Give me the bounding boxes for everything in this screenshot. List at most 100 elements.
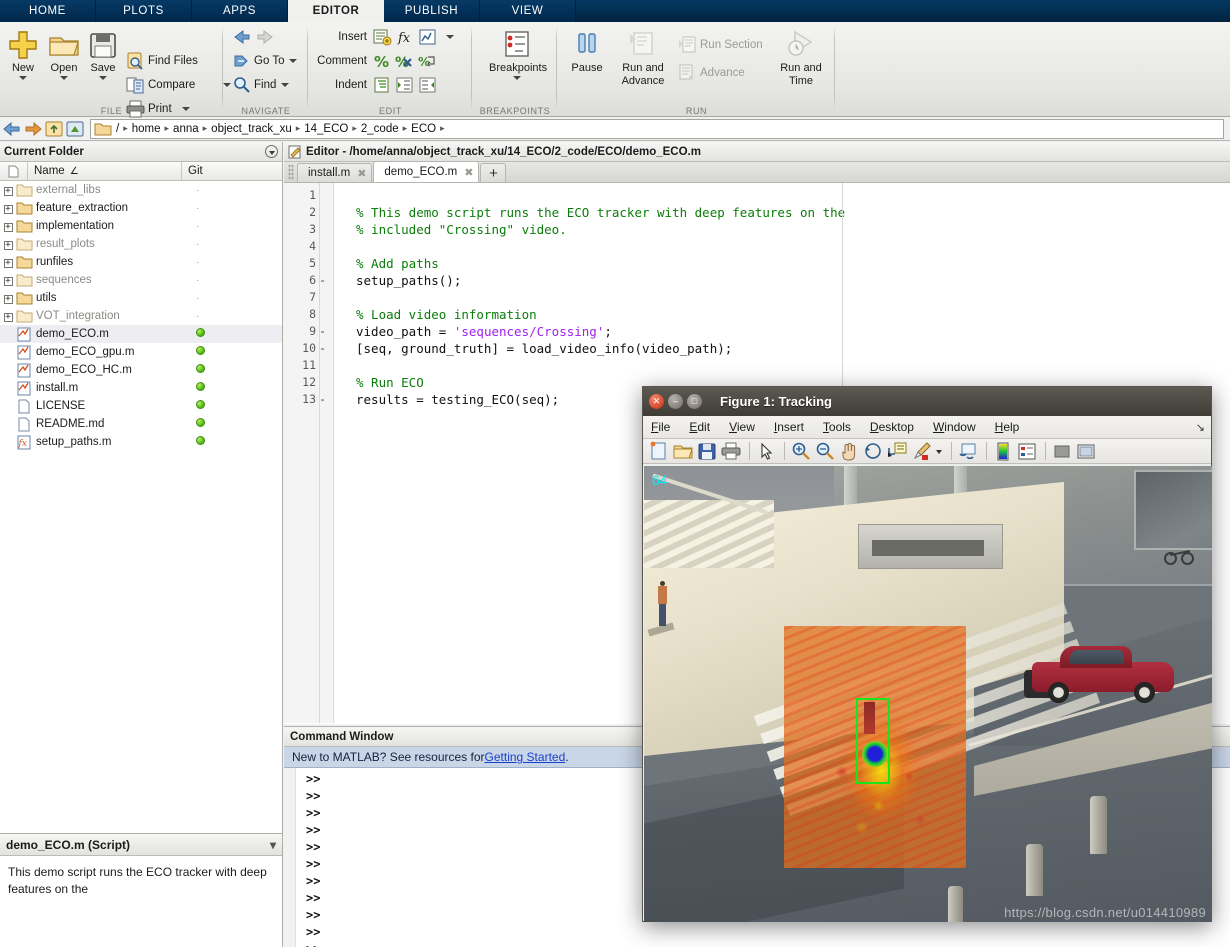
comment-percent-icon[interactable]: % xyxy=(372,52,392,71)
zoom-in-icon[interactable] xyxy=(790,441,812,462)
code-line[interactable]: setup_paths(); xyxy=(356,272,1230,289)
ribbon-tab-plots[interactable]: PLOTS xyxy=(96,0,192,22)
breadcrumb-14-eco[interactable]: 14_ECO xyxy=(301,123,351,135)
chevron-down-icon[interactable] xyxy=(446,35,454,39)
code-line[interactable]: [seq, ground_truth] = load_video_info(vi… xyxy=(356,340,1230,357)
breadcrumb-home[interactable]: home xyxy=(129,123,164,135)
nav-browse-icon[interactable] xyxy=(65,119,85,139)
ribbon-tab-home[interactable]: HOME xyxy=(0,0,96,22)
chevron-down-icon[interactable] xyxy=(281,82,290,87)
expand-icon[interactable]: + xyxy=(0,203,16,214)
new-tab-button[interactable]: + xyxy=(480,163,507,182)
nav-forward-icon[interactable] xyxy=(23,119,43,139)
expand-icon[interactable]: + xyxy=(0,185,16,196)
figure-menu-desktop[interactable]: Desktop xyxy=(870,420,914,434)
indent-row[interactable]: Indent xyxy=(311,74,441,96)
file-list-item[interactable]: demo_ECO_gpu.m xyxy=(0,343,282,361)
back-button[interactable] xyxy=(232,26,254,47)
code-line[interactable] xyxy=(356,289,1230,306)
breakpoint-column[interactable] xyxy=(320,183,334,723)
code-line[interactable]: % Load video information xyxy=(356,306,1230,323)
close-icon[interactable]: ✕ xyxy=(649,394,664,409)
command-prompt[interactable]: >> xyxy=(296,941,1230,947)
insert-row[interactable]: Insert fx xyxy=(311,26,454,48)
breakpoints-button[interactable]: Breakpoints xyxy=(489,26,547,102)
chevron-down-icon[interactable] xyxy=(289,58,298,63)
column-git[interactable]: Git xyxy=(182,162,282,180)
figure-window[interactable]: ✕ – □ Figure 1: Tracking File Edit View Ins… xyxy=(642,386,1212,922)
goto-button[interactable]: Go To xyxy=(232,50,298,71)
chevron-down-icon[interactable]: ▾ xyxy=(270,838,276,852)
indent-right-icon[interactable] xyxy=(395,76,415,95)
link-plot-icon[interactable] xyxy=(957,441,979,462)
code-line[interactable]: % included "Crossing" video. xyxy=(356,221,1230,238)
code-line[interactable]: % Add paths xyxy=(356,255,1230,272)
getting-started-link[interactable]: Getting Started xyxy=(485,750,566,764)
maximize-icon[interactable]: □ xyxy=(687,394,702,409)
executable-line-marker[interactable]: - xyxy=(319,272,326,289)
editor-tab-install[interactable]: install.m ✖ xyxy=(297,163,373,182)
figure-title-bar[interactable]: ✕ – □ Figure 1: Tracking xyxy=(643,387,1211,416)
pan-hand-icon[interactable] xyxy=(838,441,860,462)
file-list-item[interactable]: + VOT_integration · xyxy=(0,307,282,325)
tab-grip-icon[interactable] xyxy=(288,164,294,180)
expand-icon[interactable]: + xyxy=(0,293,16,304)
print-figure-icon[interactable] xyxy=(720,441,742,462)
breadcrumb[interactable]: / ▸ home ▸ anna ▸ object_track_xu ▸ 14_E… xyxy=(90,118,1224,139)
colorbar-icon[interactable] xyxy=(992,441,1014,462)
file-list-item[interactable]: fx setup_paths.m xyxy=(0,433,282,451)
save-button[interactable]: Save xyxy=(80,26,126,102)
advance-button[interactable]: Advance xyxy=(678,62,745,83)
zoom-out-icon[interactable] xyxy=(814,441,836,462)
file-list-item[interactable]: LICENSE xyxy=(0,397,282,415)
figure-menu-view[interactable]: View xyxy=(729,420,755,434)
new-button[interactable]: New xyxy=(0,26,46,102)
figure-menu-help[interactable]: Help xyxy=(995,420,1020,434)
breadcrumb-object-track-xu[interactable]: object_track_xu xyxy=(208,123,295,135)
nav-up-folder-icon[interactable] xyxy=(44,119,64,139)
current-folder-file-list[interactable]: + external_libs · + feature_extraction · + impl… xyxy=(0,181,282,451)
figure-toolbar[interactable] xyxy=(643,439,1211,464)
file-list-item[interactable]: README.md xyxy=(0,415,282,433)
show-plot-tools-icon[interactable] xyxy=(1075,441,1097,462)
expand-icon[interactable]: + xyxy=(0,311,16,322)
file-list-item[interactable]: + external_libs · xyxy=(0,181,282,199)
breadcrumb-anna[interactable]: anna xyxy=(170,123,202,135)
collapse-arrow-icon[interactable]: ↘ xyxy=(1196,421,1211,434)
code-line[interactable] xyxy=(356,238,1230,255)
smart-indent-icon[interactable] xyxy=(372,76,392,95)
code-line[interactable] xyxy=(356,357,1230,374)
ribbon-tab-view[interactable]: VIEW xyxy=(480,0,576,22)
file-list-item[interactable]: + feature_extraction · xyxy=(0,199,282,217)
breadcrumb-eco[interactable]: ECO xyxy=(408,123,439,135)
insert-function-icon[interactable]: fx xyxy=(395,28,415,47)
indent-left-icon[interactable] xyxy=(418,76,438,95)
file-list-item[interactable]: + runfiles · xyxy=(0,253,282,271)
expand-icon[interactable]: + xyxy=(0,221,16,232)
run-and-advance-button[interactable]: Run and Advance xyxy=(614,26,672,102)
comment-row[interactable]: Comment % % % xyxy=(311,50,441,72)
ribbon-tab-publish[interactable]: PUBLISH xyxy=(384,0,480,22)
expand-icon[interactable]: + xyxy=(0,275,16,286)
file-list-item[interactable]: demo_ECO_HC.m xyxy=(0,361,282,379)
data-cursor-icon[interactable] xyxy=(886,441,908,462)
forward-button[interactable] xyxy=(256,26,278,47)
file-details-header[interactable]: demo_ECO.m (Script) ▾ xyxy=(0,834,282,856)
panel-options-icon[interactable] xyxy=(265,145,278,158)
figure-menu-tools[interactable]: Tools xyxy=(823,420,851,434)
executable-line-marker[interactable]: - xyxy=(319,391,326,408)
executable-line-marker[interactable]: - xyxy=(319,323,326,340)
pause-button[interactable]: Pause xyxy=(564,26,610,102)
open-figure-icon[interactable] xyxy=(672,441,694,462)
executable-line-marker[interactable]: - xyxy=(319,340,326,357)
file-list-item[interactable]: + result_plots · xyxy=(0,235,282,253)
figure-menu-bar[interactable]: File Edit View Insert Tools Desktop Window Help… xyxy=(643,416,1211,439)
run-section-button[interactable]: Run Section xyxy=(678,34,763,55)
breadcrumb-root[interactable]: / xyxy=(113,123,122,135)
figure-canvas[interactable]: 64 https://blog.csdn.net/u014410989 xyxy=(644,466,1212,922)
figure-menu-file[interactable]: File xyxy=(651,420,670,434)
find-files-button[interactable]: Find Files xyxy=(126,50,198,71)
hide-plot-tools-icon[interactable] xyxy=(1051,441,1073,462)
file-list-item[interactable]: + sequences · xyxy=(0,271,282,289)
find-button[interactable]: Find xyxy=(232,74,290,95)
